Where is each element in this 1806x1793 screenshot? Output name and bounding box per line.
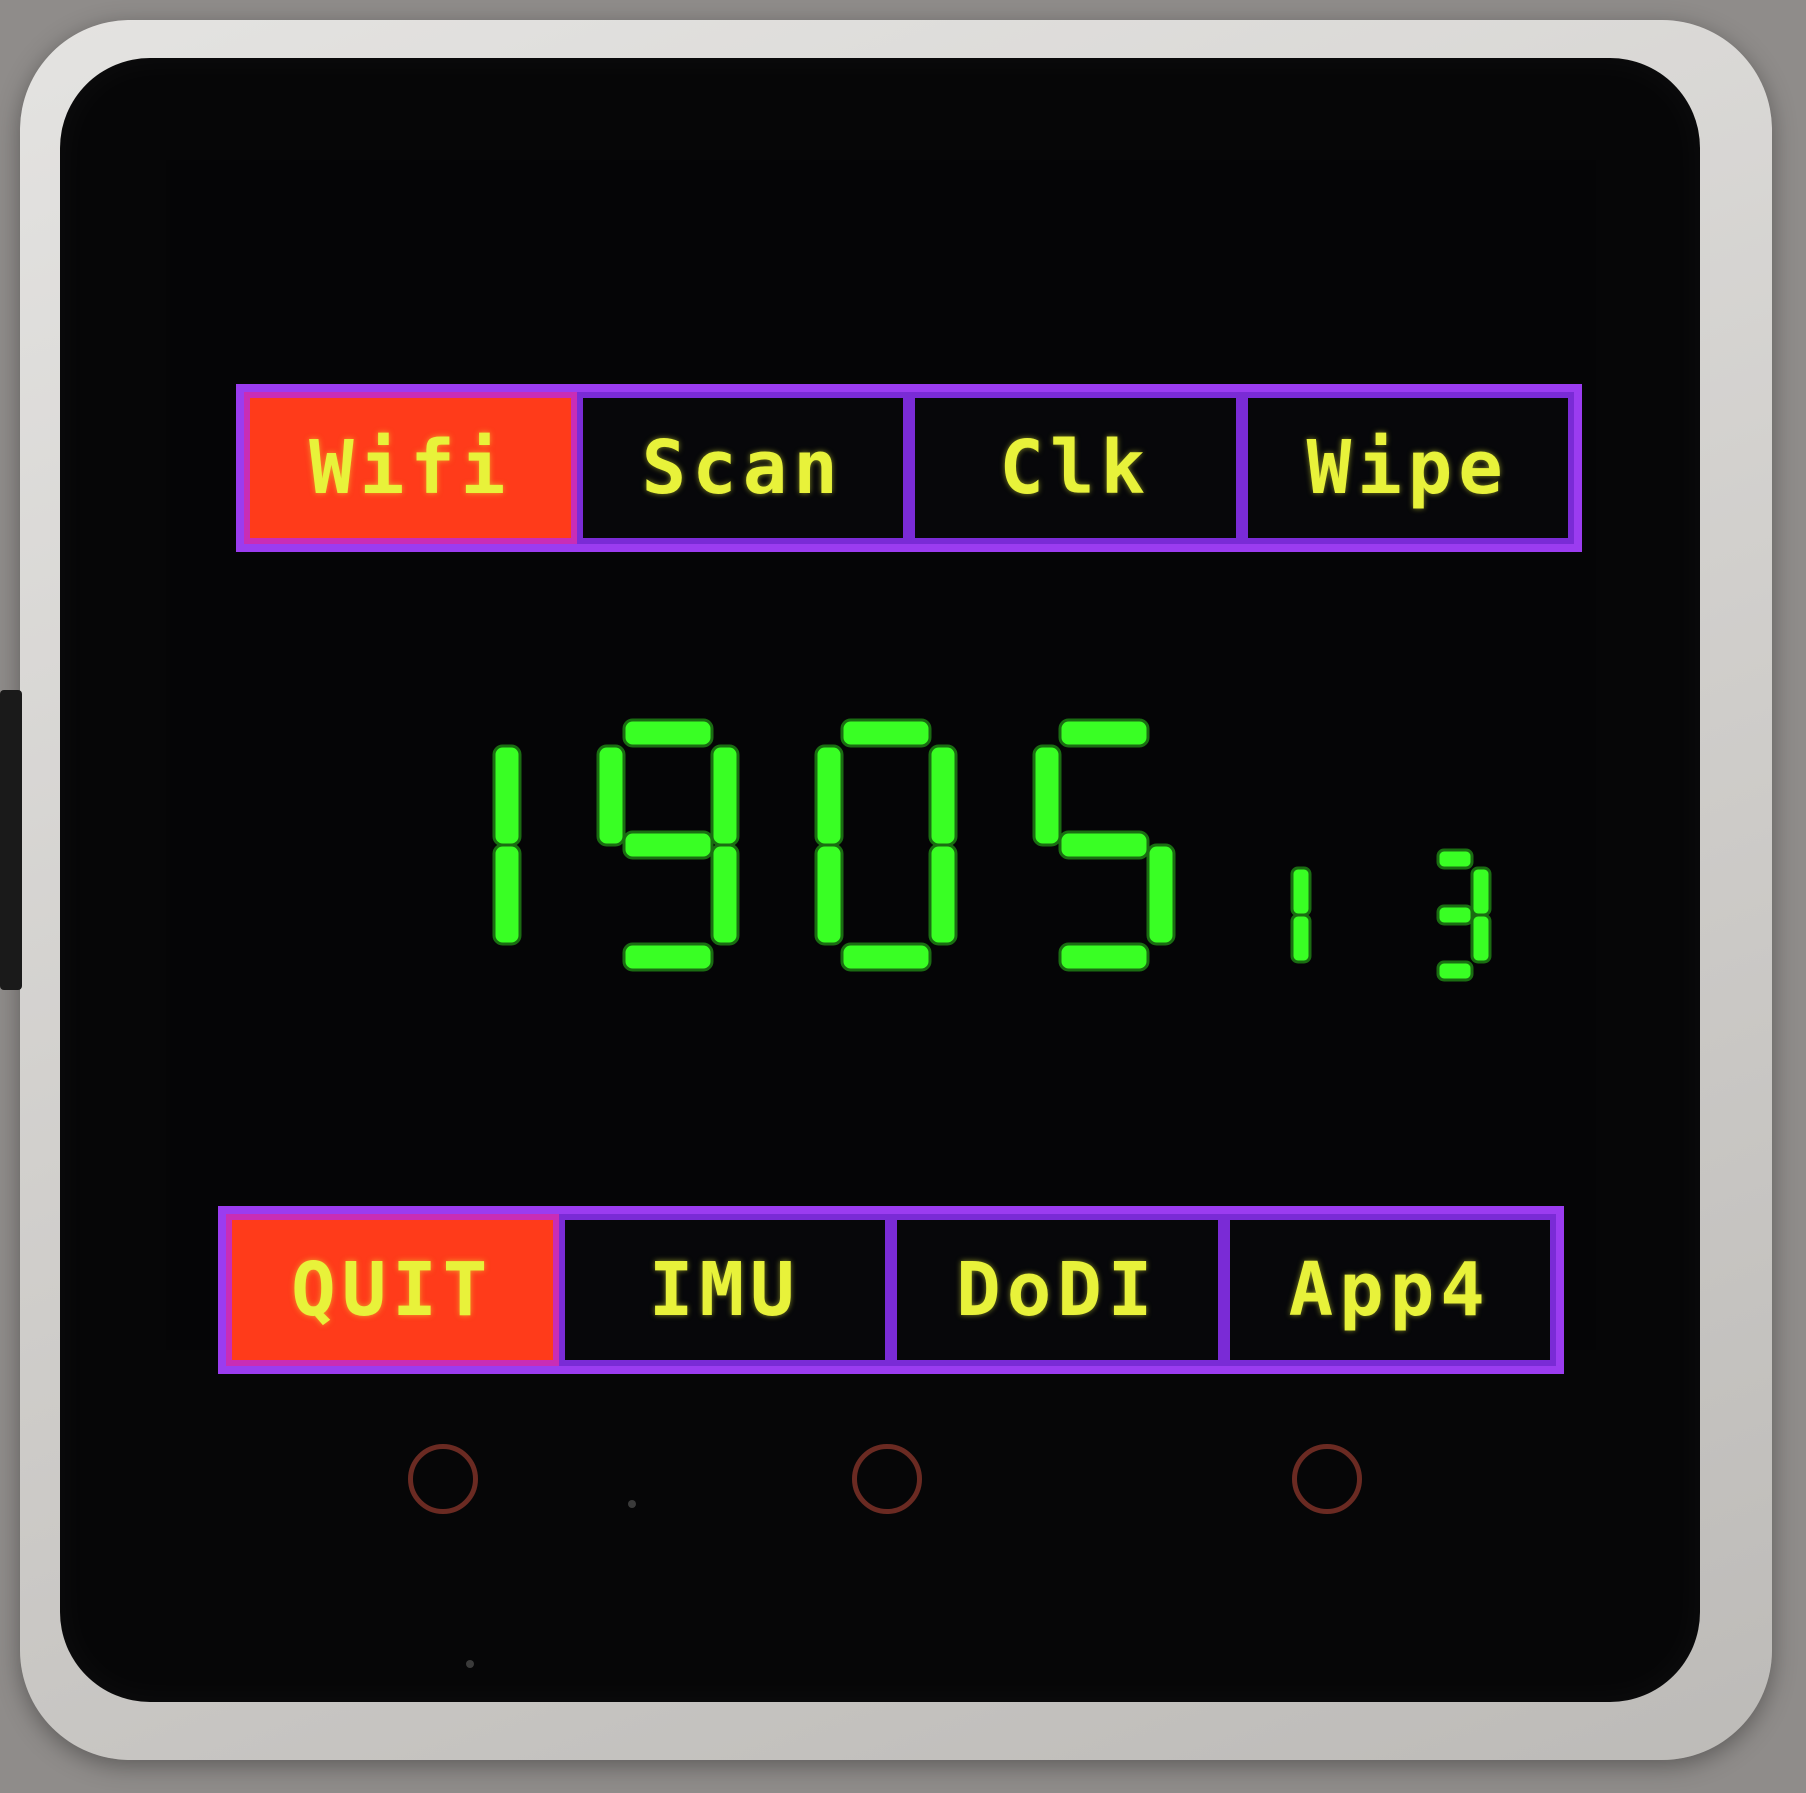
digit-9 <box>596 718 740 972</box>
segment-a <box>1058 718 1150 748</box>
wifi-button[interactable]: Wifi <box>244 392 577 544</box>
segment-c <box>1146 843 1176 946</box>
digit-5 <box>1032 718 1176 972</box>
touch-circle-icon[interactable] <box>852 1444 922 1514</box>
clock-button[interactable]: Clk <box>909 392 1242 544</box>
app4-button-label: App4 <box>1288 1247 1491 1333</box>
segment-e <box>814 843 844 946</box>
segment-b <box>1470 866 1492 917</box>
segment-f <box>814 744 844 847</box>
segment-a <box>622 718 714 748</box>
clock-button-label: Clk <box>999 425 1152 511</box>
scan-button[interactable]: Scan <box>576 392 909 544</box>
segment-c <box>928 843 958 946</box>
digit-1 <box>492 744 522 946</box>
quit-button-label: QUIT <box>291 1247 494 1333</box>
seven-segment-display <box>492 718 1492 982</box>
digit-0 <box>814 718 958 972</box>
sensor-dot <box>466 1660 474 1668</box>
segment-g <box>1436 904 1474 926</box>
digit-3 <box>1436 848 1492 982</box>
touch-circle-icon[interactable] <box>1292 1444 1362 1514</box>
wipe-button-label: Wipe <box>1306 425 1509 511</box>
imu-button[interactable]: IMU <box>558 1214 891 1366</box>
segment-c <box>710 843 740 946</box>
segment-b <box>492 744 522 847</box>
quit-button[interactable]: QUIT <box>226 1214 559 1366</box>
touch-circle-icon[interactable] <box>408 1444 478 1514</box>
segment-c <box>1470 913 1492 964</box>
sensor-dot <box>628 1500 636 1508</box>
app4-button[interactable]: App4 <box>1223 1214 1556 1366</box>
segment-d <box>622 942 714 972</box>
digit-1 <box>1290 866 1312 964</box>
wifi-button-label: Wifi <box>309 425 512 511</box>
segment-f <box>596 744 626 847</box>
segment-f <box>1032 744 1062 847</box>
side-power-button[interactable] <box>0 690 22 990</box>
segment-c <box>1290 913 1312 964</box>
imu-button-label: IMU <box>648 1247 801 1333</box>
dodi-button-label: DoDI <box>956 1247 1159 1333</box>
wipe-button[interactable]: Wipe <box>1241 392 1574 544</box>
segment-g <box>622 830 714 860</box>
segment-a <box>1436 848 1474 870</box>
segment-c <box>492 843 522 946</box>
top-menu: Wifi Scan Clk Wipe <box>236 384 1582 552</box>
scan-button-label: Scan <box>641 425 844 511</box>
time-readout <box>360 700 1520 1020</box>
segment-d <box>840 942 932 972</box>
dodi-button[interactable]: DoDI <box>891 1214 1224 1366</box>
bottom-menu: QUIT IMU DoDI App4 <box>218 1206 1564 1374</box>
segment-b <box>1290 866 1312 917</box>
segment-g <box>1058 830 1150 860</box>
segment-b <box>928 744 958 847</box>
segment-b <box>710 744 740 847</box>
segment-d <box>1058 942 1150 972</box>
segment-a <box>840 718 932 748</box>
segment-d <box>1436 960 1474 982</box>
